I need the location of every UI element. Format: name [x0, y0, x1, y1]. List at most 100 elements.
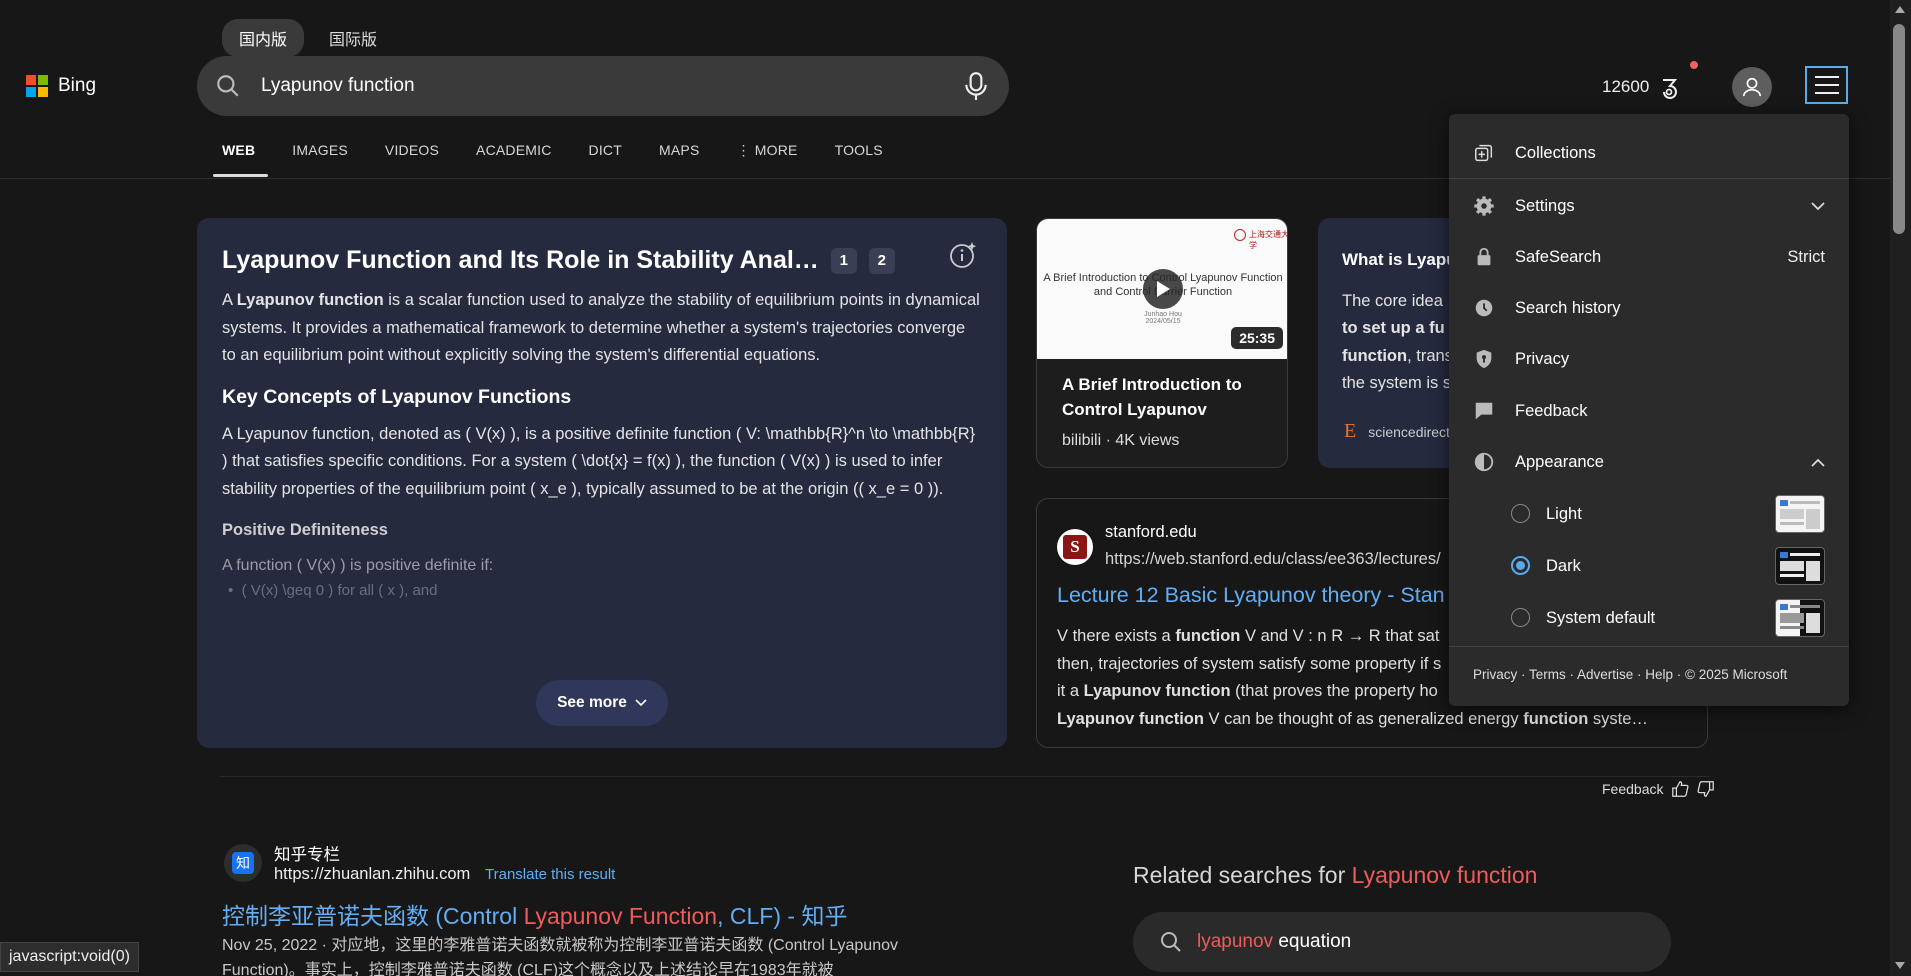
citation-2[interactable]: 2	[868, 247, 895, 274]
see-more-button[interactable]: See more	[536, 680, 668, 726]
result-title-link[interactable]: 控制李亚普诺夫函数 (Control Lyapunov Function, CL…	[222, 897, 847, 931]
menu-item-settings[interactable]: Settings	[1449, 186, 1849, 226]
feedback-row: Feedback	[1602, 780, 1715, 798]
collections-icon	[1475, 144, 1493, 162]
theme-radio-dark[interactable]	[1511, 556, 1530, 575]
answer-paragraph-2: A Lyapunov function, denoted as ( V(x) )…	[222, 424, 976, 498]
theme-option-dark[interactable]: Dark	[1449, 546, 1849, 586]
translate-link[interactable]: Translate this result	[485, 866, 615, 883]
logo-text: Bing	[58, 75, 97, 96]
settings-menu: Collections Settings SafeSearch Strict S…	[1449, 114, 1849, 706]
search-input[interactable]	[261, 75, 941, 97]
safesearch-value: Strict	[1787, 247, 1825, 266]
tab-maps[interactable]: MAPS	[642, 142, 719, 178]
answer-subheading: Key Concepts of Lyapunov Functions	[222, 385, 572, 408]
definition-source[interactable]: E sciencedirect	[1344, 420, 1450, 443]
menu-item-appearance[interactable]: Appearance	[1449, 442, 1849, 482]
menu-item-safesearch[interactable]: SafeSearch Strict	[1449, 237, 1849, 277]
copilot-info-icon[interactable]	[948, 240, 978, 270]
microphone-icon[interactable]	[963, 71, 989, 101]
result-url[interactable]: https://web.stanford.edu/class/ee363/lec…	[1105, 550, 1441, 569]
search-icon	[1161, 932, 1181, 952]
elsevier-icon: E	[1344, 420, 1357, 442]
result-url[interactable]: https://zhuanlan.zhihu.com	[274, 865, 470, 884]
related-searches-heading: Related searches for Lyapunov function	[1133, 862, 1538, 888]
video-duration: 25:35	[1231, 327, 1283, 349]
tab-more[interactable]: ⋮ MORE	[719, 142, 817, 178]
notification-dot	[1690, 61, 1698, 69]
tab-videos[interactable]: VIDEOS	[368, 142, 459, 178]
scroll-down-arrow-icon[interactable]	[1895, 962, 1905, 969]
hamburger-menu-button[interactable]	[1805, 66, 1848, 104]
result-site-name: 知乎专栏	[274, 846, 340, 864]
university-seal-icon	[1234, 229, 1246, 241]
tab-web[interactable]: WEB	[205, 142, 275, 178]
menu-item-privacy[interactable]: Privacy	[1449, 339, 1849, 379]
tab-tools[interactable]: TOOLS	[818, 142, 903, 178]
video-meta: bilibili · 4K views	[1062, 432, 1180, 449]
region-tab-domestic[interactable]: 国内版	[222, 19, 305, 57]
section-divider	[220, 776, 1710, 777]
answer-paragraph-1: A Lyapunov function is a scalar function…	[222, 291, 980, 364]
user-icon	[1742, 77, 1762, 97]
theme-option-system[interactable]: System default	[1449, 598, 1849, 638]
menu-item-collections[interactable]: Collections	[1449, 133, 1849, 173]
play-icon[interactable]	[1143, 269, 1183, 309]
theme-radio-system[interactable]	[1511, 608, 1530, 627]
related-search-item[interactable]: lyapunov equation	[1133, 912, 1671, 972]
points-count: 12600	[1602, 77, 1650, 96]
rewards-icon	[1663, 79, 1678, 99]
menu-divider	[1449, 646, 1849, 647]
menu-divider	[1449, 178, 1849, 179]
avatar[interactable]	[1732, 67, 1772, 107]
rewards-points[interactable]: 12600	[1602, 75, 1681, 99]
result-snippet: Nov 25, 2022 · 对应地，这里的李雅普诺夫函数就被称为控制李亚普诺夫…	[222, 937, 898, 976]
tab-dict[interactable]: DICT	[572, 142, 642, 178]
menu-footer-links[interactable]: Privacy · Terms · Advertise · Help · © 2…	[1473, 667, 1787, 682]
theme-radio-light[interactable]	[1511, 504, 1530, 523]
result-title-link[interactable]: Lecture 12 Basic Lyapunov theory - Stan	[1057, 583, 1445, 608]
search-nav: WEB IMAGES VIDEOS ACADEMIC DICT MAPS ⋮ M…	[205, 142, 903, 178]
thumbs-down-icon[interactable]	[1697, 780, 1715, 798]
citation-1[interactable]: 1	[830, 247, 857, 274]
gear-icon	[1474, 196, 1494, 216]
clock-icon	[1475, 299, 1493, 317]
video-thumbnail[interactable]: 上海交通大学 A Brief Introduction to Control L…	[1037, 219, 1287, 359]
scrollbar-thumb[interactable]	[1893, 24, 1905, 234]
copilot-answer-card: Lyapunov Function and Its Role in Stabil…	[197, 218, 1007, 748]
thumbs-up-icon[interactable]	[1671, 780, 1690, 798]
menu-item-feedback[interactable]: Feedback	[1449, 391, 1849, 431]
result-site-name: stanford.edu	[1105, 523, 1197, 541]
theme-option-light[interactable]: Light	[1449, 494, 1849, 534]
bing-logo[interactable]: Bing	[26, 75, 96, 97]
chevron-down-icon	[635, 699, 647, 707]
stanford-logo-icon: S	[1057, 529, 1093, 565]
video-card[interactable]: 上海交通大学 A Brief Introduction to Control L…	[1036, 218, 1288, 468]
light-theme-preview-icon	[1775, 495, 1825, 533]
answer-fade-overlay	[197, 600, 1007, 660]
search-icon	[217, 75, 239, 97]
region-tab-international[interactable]: 国际版	[312, 19, 394, 57]
answer-paragraph-3: A function ( V(x) ) is positive definite…	[222, 557, 494, 574]
search-bar	[197, 56, 1009, 116]
zhihu-logo-icon: 知	[224, 844, 262, 882]
lock-icon	[1477, 247, 1491, 266]
menu-item-search-history[interactable]: Search history	[1449, 288, 1849, 328]
tab-academic[interactable]: ACADEMIC	[459, 142, 572, 178]
browser-status-bar: javascript:void(0)	[0, 942, 139, 972]
feedback-icon	[1475, 402, 1493, 420]
more-dots-icon: ⋮	[736, 142, 755, 158]
dark-theme-preview-icon	[1775, 547, 1825, 585]
feedback-label: Feedback	[1602, 781, 1664, 797]
answer-title: Lyapunov Function and Its Role in Stabil…	[222, 246, 982, 275]
chevron-up-icon	[1811, 458, 1825, 467]
tab-images[interactable]: IMAGES	[275, 142, 368, 178]
answer-bullet: • ( V(x) \geq 0 ) for all ( x ), and	[228, 581, 438, 599]
video-title[interactable]: A Brief Introduction to Control Lyapunov	[1062, 372, 1272, 422]
chevron-down-icon	[1811, 202, 1825, 211]
scroll-up-arrow-icon[interactable]	[1895, 6, 1905, 13]
answer-subheading-2: Positive Definiteness	[222, 521, 388, 539]
region-tabs: 国内版 国际版	[222, 19, 394, 57]
contrast-icon	[1474, 452, 1494, 472]
system-theme-preview-icon	[1775, 599, 1825, 637]
